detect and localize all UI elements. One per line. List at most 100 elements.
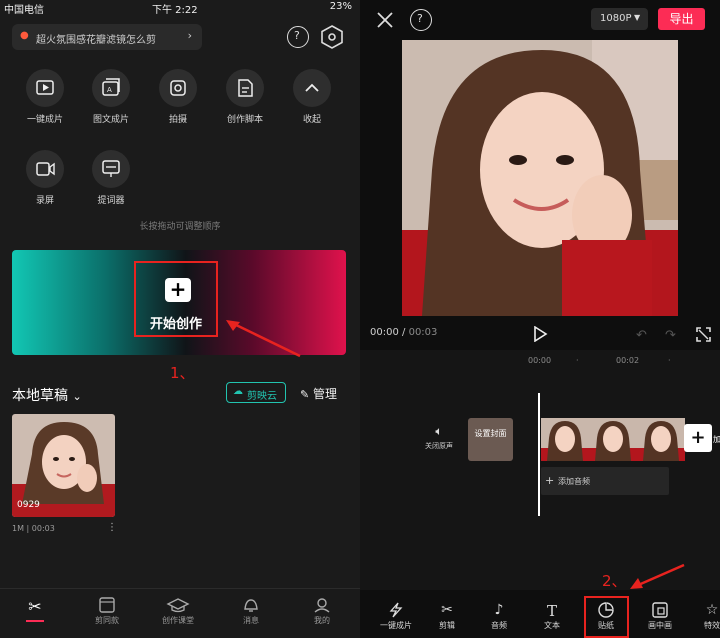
graduation-cap-icon [148,597,208,613]
mute-original-audio[interactable]: 🔈︎ 关闭原声 [422,424,456,451]
ruler-dot: · [576,356,579,365]
manage-button[interactable]: ✎ 管理 [300,385,337,402]
toolbar-label: 画中画 [648,621,672,630]
plus-icon[interactable]: + [165,278,191,302]
picture-in-picture-icon [636,602,684,618]
clock-text: 下午 2:22 [152,5,198,16]
time-current: 00:00 [370,327,399,338]
ruler-tick: 00:00 [528,356,552,365]
search-bar[interactable]: ● 超火氛围感花瓣滤镜怎么剪 › [12,24,202,50]
editor-screen: ? 1080P ▼ 导出 00:00 / 00:03 ↶ ↷ 00:00 · 0… [360,0,720,638]
toolbar-audio[interactable]: ♪ 音频 [475,602,523,631]
annotation-arrow-2 [628,562,688,592]
toolbar-one-click[interactable]: 一键成片 [372,602,420,631]
ruler-tick: 00:02 [616,356,640,365]
tool-camera[interactable]: 拍摄 [153,69,203,125]
speaker-icon: 🔈︎ [435,424,443,438]
tool-label: 图文成片 [92,115,129,125]
tool-collapse[interactable]: 收起 [287,69,337,125]
toolbar-label: 一键成片 [380,621,412,630]
video-clip-frame[interactable] [589,418,637,461]
teleprompter-icon [92,150,130,188]
draft-size: 1M [12,524,24,533]
chevron-up-icon [293,69,331,107]
carrier-text: 中国电信 [4,5,44,16]
annotation-arrow-1 [224,316,304,360]
tab-messages[interactable]: 消息 [221,597,281,626]
toolbar-effects[interactable]: ☆ 特效 [688,602,720,631]
toolbar-pip[interactable]: 画中画 [636,602,684,631]
time-separator: / [402,327,406,338]
help-icon[interactable]: ? [287,26,309,48]
draft-duration: 00:03 [31,524,55,533]
undo-icon[interactable]: ↶ [636,328,647,343]
tab-label: 我的 [314,616,330,625]
battery-text: 23% [329,1,352,12]
cloud-icon: ☁ [233,386,243,397]
tab-profile[interactable]: 我的 [292,597,352,626]
tool-label: 录屏 [35,196,54,206]
more-icon[interactable]: ⋮ [107,522,117,533]
reorder-hint: 长按拖动可调整顺序 [139,222,221,232]
tab-template[interactable]: 剪同款 [77,597,137,626]
tool-teleprompter[interactable]: 提词器 [86,150,136,206]
fullscreen-icon[interactable] [696,327,711,342]
add-clip-button[interactable]: + [684,424,712,452]
play-icon[interactable] [532,326,548,342]
search-placeholder: 超火氛围感花瓣滤镜怎么剪 [36,35,156,46]
tool-label: 拍摄 [168,115,187,125]
local-drafts-title[interactable]: 本地草稿 ⌄ [12,385,82,405]
music-note-icon: ♪ [494,602,504,618]
tab-course[interactable]: 创作课堂 [148,597,208,626]
tool-image-text[interactable]: A 图文成片 [86,69,136,125]
fire-icon: ● [20,30,29,41]
template-icon [77,597,137,613]
settings-hexagon-icon[interactable] [321,25,343,49]
effects-star-icon: ☆ [705,602,719,618]
profile-icon [292,597,352,613]
toolbar-label: 音频 [491,621,507,630]
video-clip-frame[interactable] [637,418,685,461]
close-icon[interactable] [375,10,395,30]
tool-script[interactable]: 创作脚本 [220,69,270,125]
screen-record-icon [26,150,64,188]
toolbar-text[interactable]: T 文本 [528,602,576,631]
cloud-button[interactable]: ☁ 剪映云 [226,382,286,403]
toolbar-label: 文本 [544,621,560,630]
add-audio-label: 添加音频 [558,477,590,486]
video-preview[interactable] [402,40,678,316]
playback-controls: 00:00 / 00:03 ↶ ↷ [360,325,720,345]
tab-label: 创作课堂 [162,616,194,625]
time-display: 00:00 / 00:03 [370,327,437,338]
image-text-icon: A [92,69,130,107]
script-icon [226,69,264,107]
mute-label: 关闭原声 [425,442,453,450]
resolution-dropdown[interactable]: 1080P ▼ [591,8,648,30]
scissors-icon: ✂ [28,597,42,616]
video-clip-frame[interactable] [541,418,589,461]
text-icon: T [546,602,557,620]
scissors-icon: ✂ [441,602,453,618]
playhead[interactable] [538,393,540,516]
tab-edit[interactable]: ✂ [5,597,65,622]
export-button[interactable]: 导出 [658,8,705,30]
draft-meta: 1M | 00:03 ⋮ [12,522,117,533]
toolbar-cut[interactable]: ✂ 剪辑 [423,602,471,631]
cover-label: 设置封面 [474,429,507,438]
set-cover-button[interactable]: 设置封面 [468,418,513,461]
home-screen: 中国电信 下午 2:22 23% ● 超火氛围感花瓣滤镜怎么剪 › ? 一键成片… [0,0,360,638]
pencil-icon: ✎ [300,388,310,401]
tab-label: 消息 [243,616,259,625]
add-clip-label: 加 [713,435,720,444]
help-icon[interactable]: ? [410,9,432,31]
add-audio-track[interactable]: + 添加音频 [541,467,669,495]
tool-one-click[interactable]: 一键成片 [20,69,70,125]
tool-label: 一键成片 [26,115,63,125]
redo-icon[interactable]: ↷ [665,328,676,343]
plus-icon: + [545,474,555,487]
camera-icon [159,69,197,107]
play-box-icon [26,69,64,107]
tool-label: 创作脚本 [226,115,263,125]
start-creation-label[interactable]: 开始创作 [150,313,202,332]
tool-screen-record[interactable]: 录屏 [20,150,70,206]
